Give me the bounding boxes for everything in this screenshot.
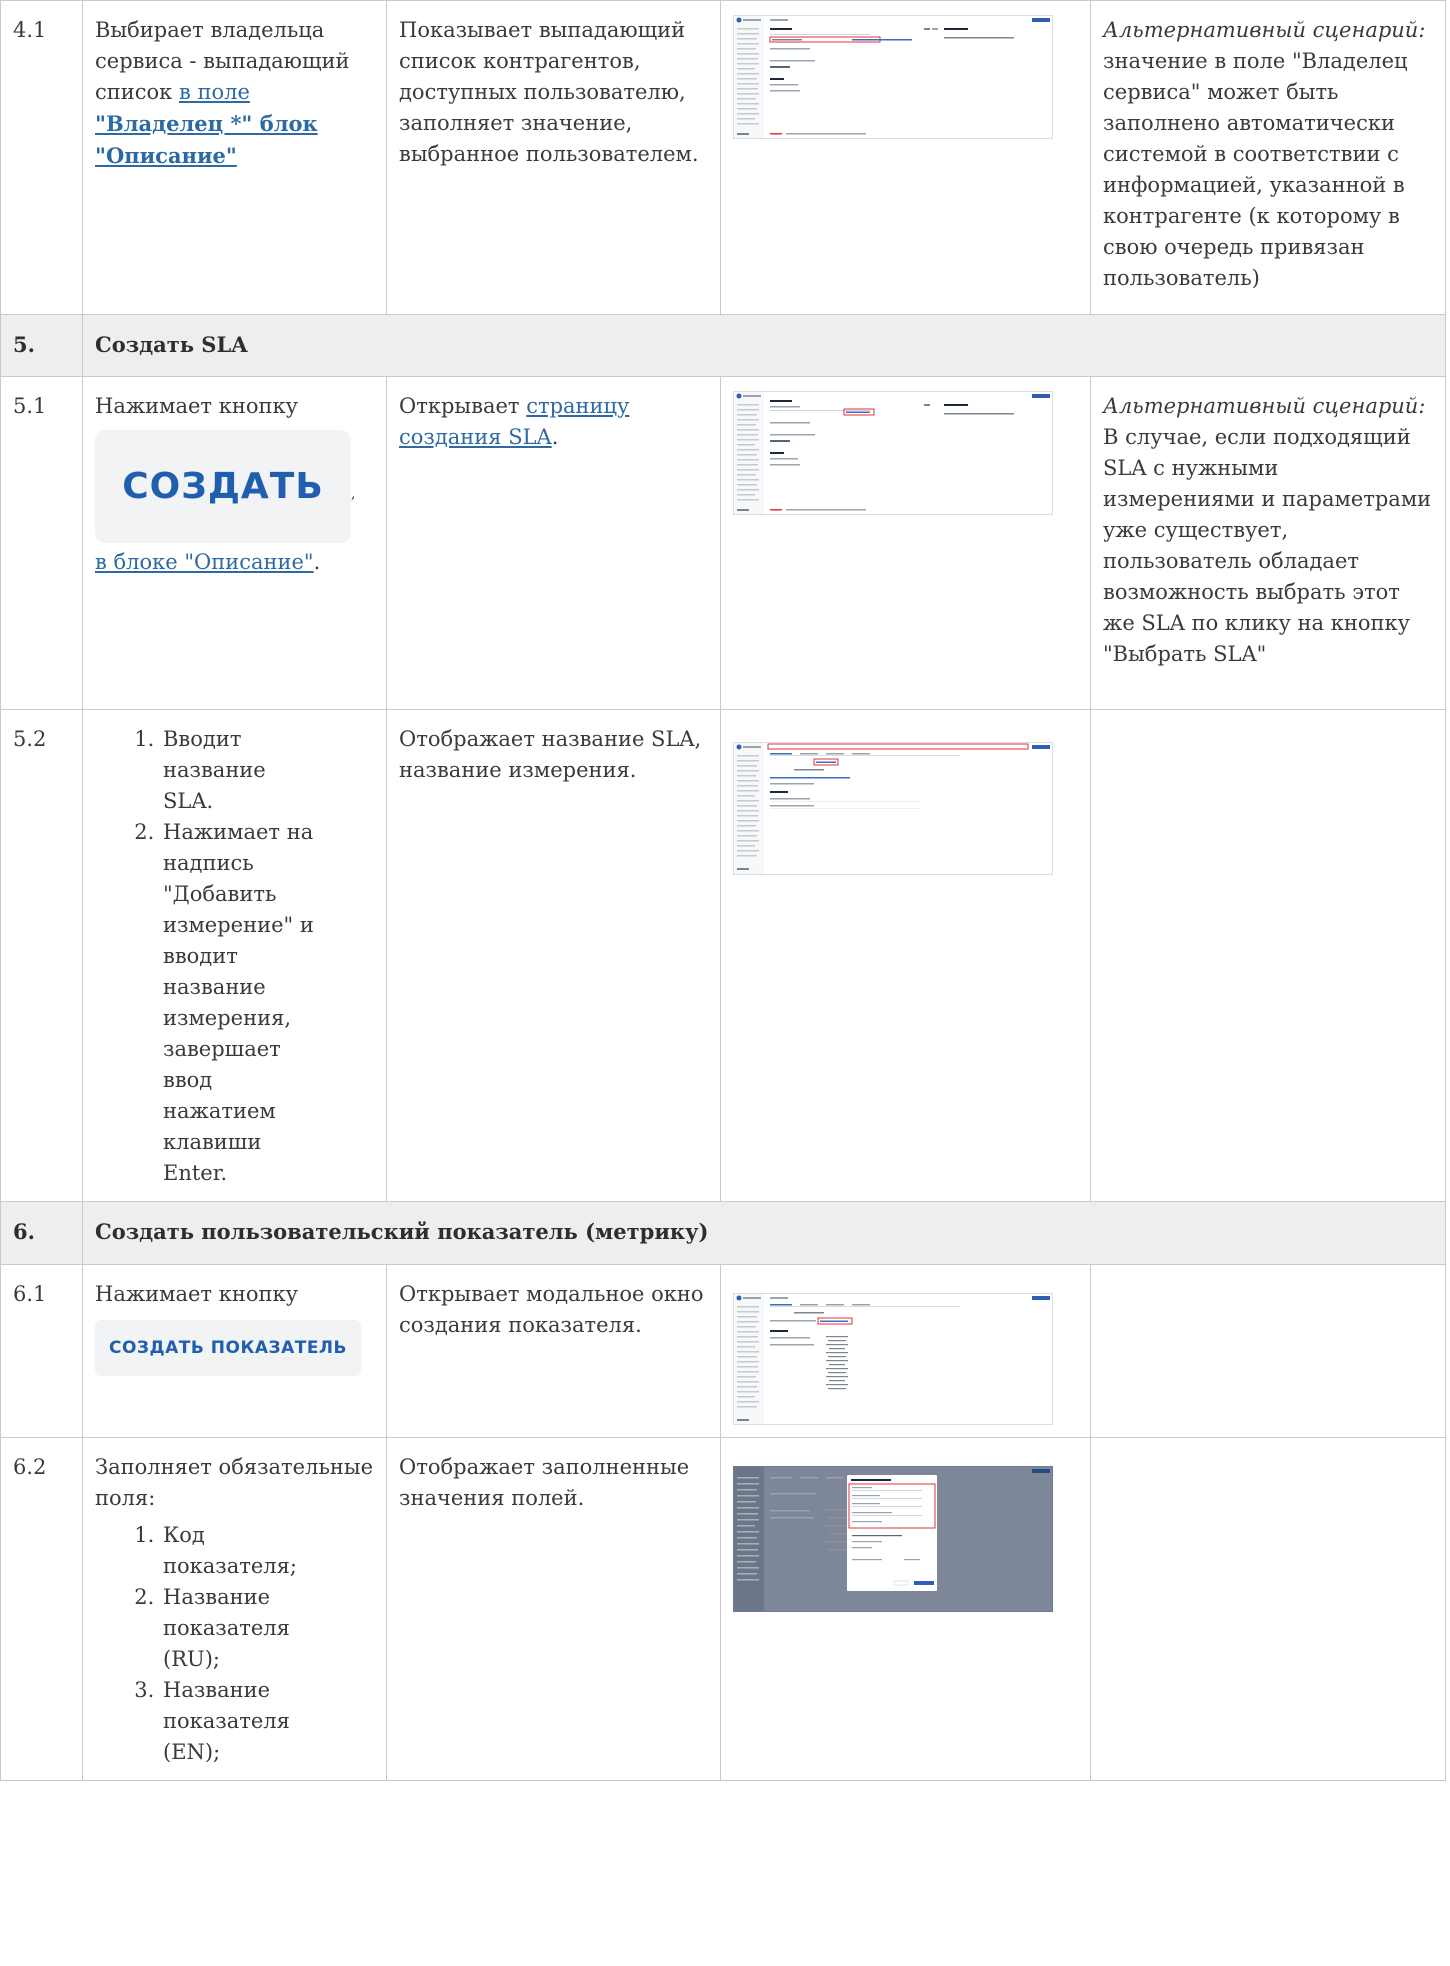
system-response-cell: Показывает выпадающий список контрагенто… bbox=[386, 0, 721, 315]
table-row: 5.1 Нажимает кнопку СОЗДАТЬ, в блоке "Оп… bbox=[0, 376, 1446, 710]
step-number: 6.2 bbox=[0, 1437, 83, 1781]
list-item: Вводит название SLA. bbox=[161, 724, 321, 817]
user-action-text: Заполняет обязательные поля: bbox=[95, 1455, 374, 1510]
screenshot-cell bbox=[720, 1437, 1091, 1781]
system-response-cell: Открывает страницу создания SLA. bbox=[386, 376, 721, 710]
description-block-link[interactable]: в блоке "Описание" bbox=[95, 550, 314, 574]
owner-block-link[interactable]: "Владелец *" блок "Описание" bbox=[95, 111, 318, 168]
note-cell: Альтернативный сценарий: В случае, если … bbox=[1090, 376, 1446, 710]
note-cell bbox=[1090, 709, 1446, 1202]
screenshot-cell bbox=[720, 1264, 1091, 1438]
user-action-text: Нажимает кнопку bbox=[95, 394, 298, 418]
mini-app-screenshot bbox=[734, 743, 1052, 874]
screenshot-cell bbox=[720, 376, 1091, 710]
system-response-cell: Открывает модальное окно создания показа… bbox=[386, 1264, 721, 1438]
mini-app-screenshot bbox=[734, 392, 1052, 514]
list-item: Код показателя; bbox=[161, 1520, 321, 1582]
user-action-text: Нажимает кнопку bbox=[95, 1282, 298, 1306]
section-row: 5. Создать SLA bbox=[0, 314, 1446, 377]
section-title: Создать SLA bbox=[82, 314, 1446, 377]
create-metric-button-image[interactable]: СОЗДАТЬ ПОКАЗАТЕЛЬ bbox=[95, 1320, 361, 1376]
step-number: 4.1 bbox=[0, 0, 83, 315]
note-cell: Альтернативный сценарий: значение в поле… bbox=[1090, 0, 1446, 315]
mini-app-screenshot bbox=[734, 1294, 1052, 1424]
screenshot-metric-modal[interactable] bbox=[733, 1466, 1053, 1612]
table-row: 5.2 Вводит название SLA. Нажимает на над… bbox=[0, 709, 1446, 1202]
screenshot-cell bbox=[720, 0, 1091, 315]
step-number: 5.2 bbox=[0, 709, 83, 1202]
user-action-cell: Выбирает владельца сервиса - выпадающий … bbox=[82, 0, 387, 315]
step-number: 5.1 bbox=[0, 376, 83, 710]
table-row: 6.1 Нажимает кнопку СОЗДАТЬ ПОКАЗАТЕЛЬ О… bbox=[0, 1264, 1446, 1438]
alt-scenario-label: Альтернативный сценарий: bbox=[1103, 18, 1426, 42]
section-title: Создать пользовательский показатель (мет… bbox=[82, 1201, 1446, 1265]
alt-scenario-text: В случае, если подходящий SLA с нужными … bbox=[1103, 425, 1432, 666]
system-response-cell: Отображает заполненные значения полей. bbox=[386, 1437, 721, 1781]
comma: , bbox=[351, 486, 356, 502]
screenshot-cell bbox=[720, 709, 1091, 1202]
alt-scenario-text: значение в поле "Владелец сервиса" может… bbox=[1103, 49, 1408, 290]
user-action-cell: Вводит название SLA. Нажимает на надпись… bbox=[82, 709, 387, 1202]
system-text: Открывает bbox=[399, 394, 527, 418]
alt-scenario-label: Альтернативный сценарий: bbox=[1103, 394, 1426, 418]
screenshot-create-sla[interactable] bbox=[733, 391, 1053, 515]
user-action-cell: Заполняет обязательные поля: Код показат… bbox=[82, 1437, 387, 1781]
mini-app-screenshot bbox=[734, 16, 1052, 138]
steps-list: Вводит название SLA. Нажимает на надпись… bbox=[95, 724, 321, 1189]
screenshot-sla-name[interactable] bbox=[733, 742, 1053, 875]
owner-field-link[interactable]: в поле bbox=[179, 80, 250, 104]
table-row: 6.2 Заполняет обязательные поля: Код пок… bbox=[0, 1437, 1446, 1781]
note-cell bbox=[1090, 1437, 1446, 1781]
user-action-cell: Нажимает кнопку СОЗДАТЬ, в блоке "Описан… bbox=[82, 376, 387, 710]
section-row: 6. Создать пользовательский показатель (… bbox=[0, 1201, 1446, 1265]
spec-table: 4.1 Выбирает владельца сервиса - выпадаю… bbox=[0, 0, 1446, 1781]
period: . bbox=[313, 550, 321, 574]
mini-app-screenshot bbox=[734, 1467, 1052, 1611]
system-response-cell: Отображает название SLA, название измере… bbox=[386, 709, 721, 1202]
section-number: 6. bbox=[0, 1201, 83, 1265]
list-item: Название показателя (RU); bbox=[161, 1582, 321, 1675]
note-cell bbox=[1090, 1264, 1446, 1438]
steps-list: Код показателя; Название показателя (RU)… bbox=[95, 1520, 321, 1768]
list-item: Название показателя (EN); bbox=[161, 1675, 321, 1768]
screenshot-create-metric[interactable] bbox=[733, 1293, 1053, 1425]
list-item: Нажимает на надпись "Добавить измерение"… bbox=[161, 817, 321, 1189]
section-number: 5. bbox=[0, 314, 83, 377]
create-button-image[interactable]: СОЗДАТЬ bbox=[95, 430, 351, 543]
table-row: 4.1 Выбирает владельца сервиса - выпадаю… bbox=[0, 0, 1446, 315]
user-action-cell: Нажимает кнопку СОЗДАТЬ ПОКАЗАТЕЛЬ bbox=[82, 1264, 387, 1438]
system-text-end: . bbox=[551, 425, 559, 449]
step-number: 6.1 bbox=[0, 1264, 83, 1438]
screenshot-owner-dropdown[interactable] bbox=[733, 15, 1053, 139]
